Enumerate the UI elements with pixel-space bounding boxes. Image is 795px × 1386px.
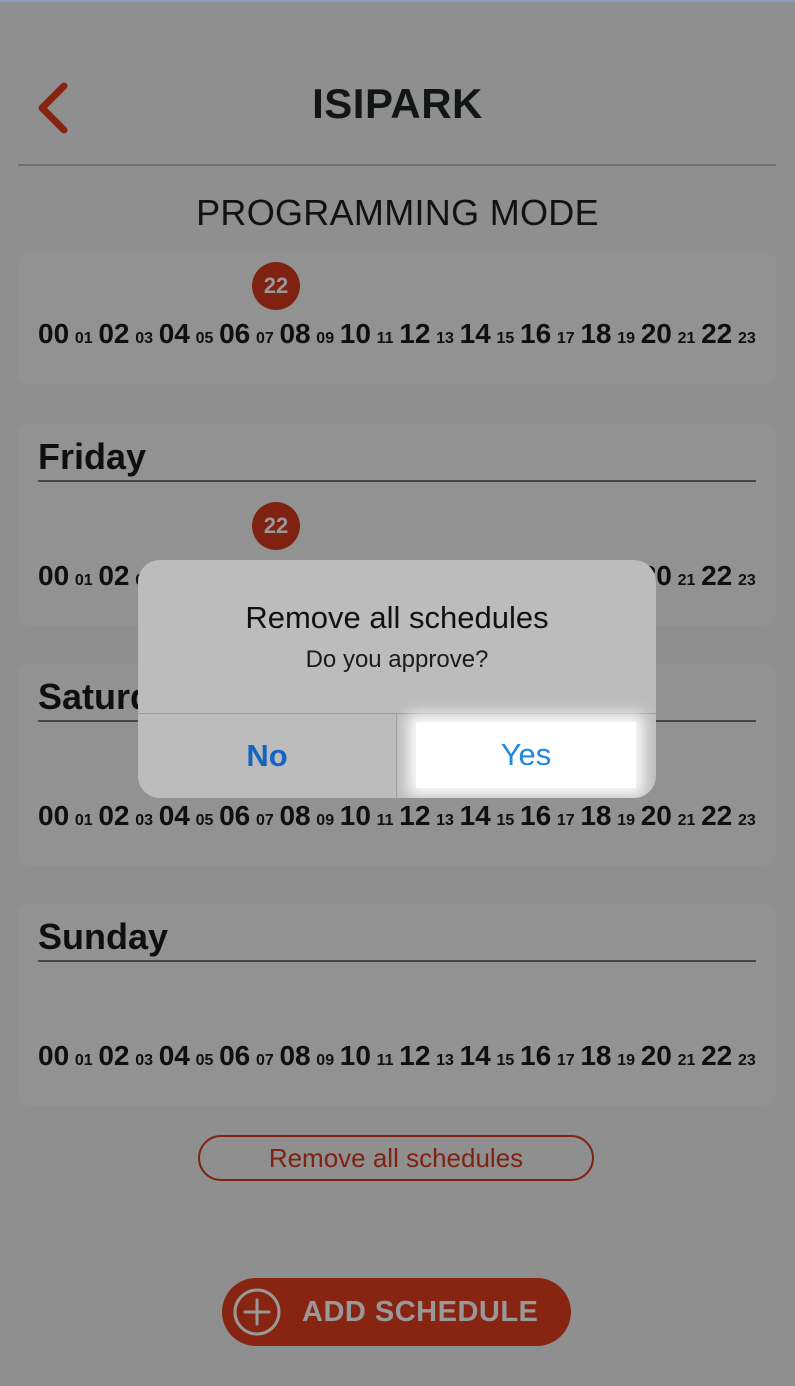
no-button[interactable]: No bbox=[138, 714, 396, 798]
dialog-title: Remove all schedules bbox=[245, 600, 549, 635]
dialog-button-divider bbox=[396, 713, 397, 798]
confirm-dialog: Remove all schedules Do you approve? No … bbox=[138, 560, 656, 798]
dialog-message: Do you approve? bbox=[305, 646, 489, 673]
yes-button[interactable]: Yes bbox=[416, 722, 636, 788]
